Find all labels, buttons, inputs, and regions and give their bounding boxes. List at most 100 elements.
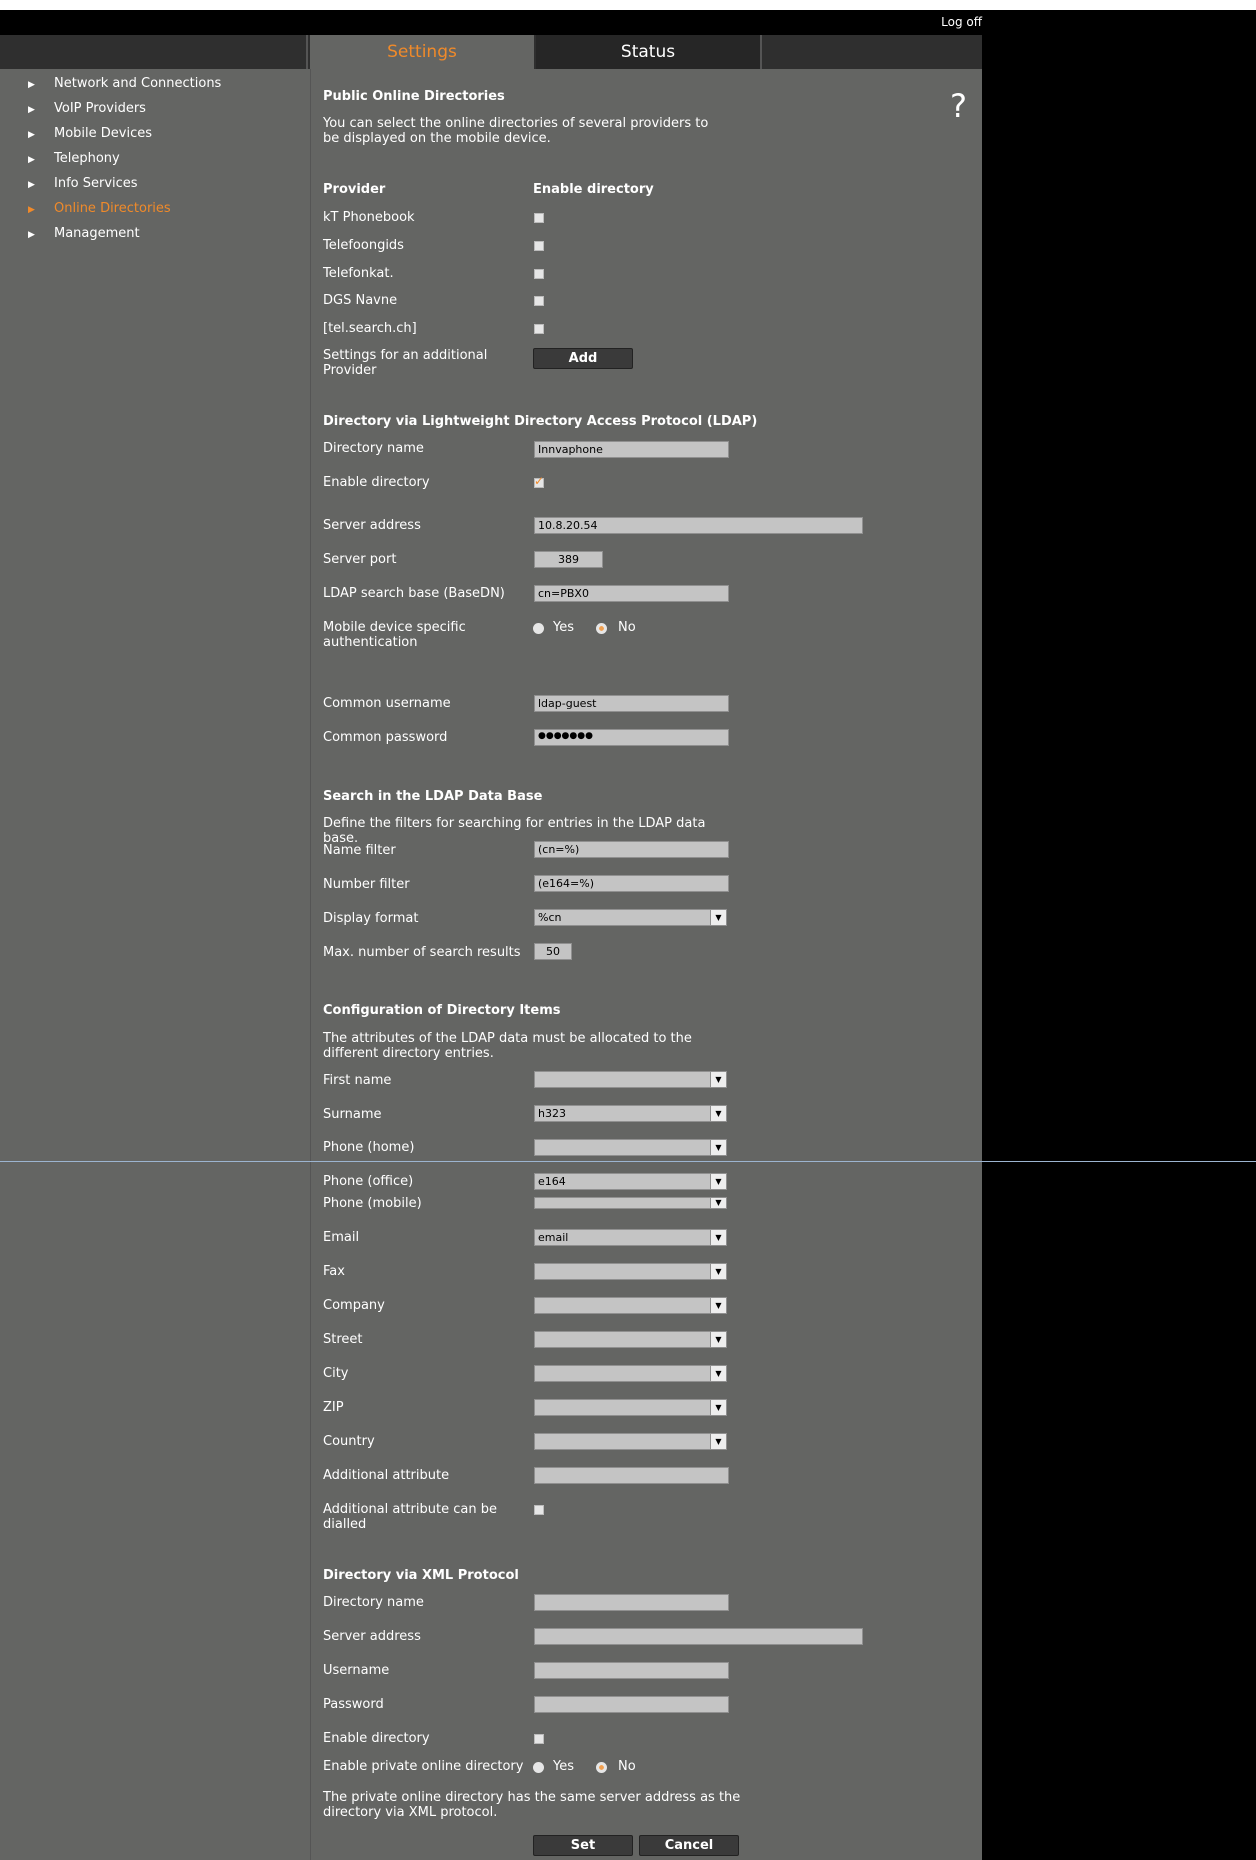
config-item-label: Fax bbox=[323, 1264, 345, 1279]
enable-header: Enable directory bbox=[533, 182, 654, 197]
config-item-select[interactable]: ▼ bbox=[534, 1139, 727, 1156]
config-item-label: Company bbox=[323, 1298, 385, 1313]
additional-provider-label: Settings for an additional Provider bbox=[323, 348, 488, 378]
mobile-auth-yes-radio[interactable] bbox=[533, 623, 544, 634]
provider-name: Telefoongids bbox=[323, 238, 404, 253]
provider-checkbox[interactable] bbox=[534, 324, 544, 334]
chevron-down-icon: ▼ bbox=[710, 1434, 726, 1449]
config-desc: The attributes of the LDAP data must be … bbox=[323, 1031, 692, 1061]
private-note: The private online directory has the sam… bbox=[323, 1790, 741, 1820]
xml-enable-checkbox[interactable] bbox=[534, 1734, 544, 1744]
config-item-select[interactable]: ▼ bbox=[534, 1197, 727, 1209]
basedn-label: LDAP search base (BaseDN) bbox=[323, 586, 505, 601]
basedn-input[interactable]: cn=PBX0 bbox=[534, 585, 729, 602]
config-item-label: ZIP bbox=[323, 1400, 344, 1415]
config-item-select[interactable]: ▼ bbox=[534, 1365, 727, 1382]
app-window: Settings Status ▶ Network and Connections… bbox=[0, 35, 982, 1860]
config-item-select[interactable]: h323 ▼ bbox=[534, 1105, 727, 1122]
chevron-down-icon: ▼ bbox=[710, 1400, 726, 1415]
xml-dir-name-label: Directory name bbox=[323, 1595, 424, 1610]
chevron-down-icon: ▼ bbox=[710, 1198, 726, 1208]
search-title: Search in the LDAP Data Base bbox=[323, 789, 543, 804]
config-item-label: Phone (mobile) bbox=[323, 1196, 422, 1211]
config-item-label: First name bbox=[323, 1073, 392, 1088]
config-item-label: Street bbox=[323, 1332, 363, 1347]
config-item-select[interactable]: ▼ bbox=[534, 1297, 727, 1314]
logoff-link[interactable]: Log off bbox=[941, 15, 982, 29]
main-content: Public Online Directories You can select… bbox=[0, 35, 982, 1860]
common-username-label: Common username bbox=[323, 696, 451, 711]
ldap-dir-name-input[interactable]: Innvaphone bbox=[534, 441, 729, 458]
ldap-dir-name-label: Directory name bbox=[323, 441, 424, 456]
config-item-label: Phone (office) bbox=[323, 1174, 414, 1189]
xml-password-input[interactable] bbox=[534, 1696, 729, 1713]
ldap-enable-label: Enable directory bbox=[323, 475, 430, 490]
common-password-input[interactable]: ●●●●●●● bbox=[534, 729, 729, 746]
config-item-select[interactable]: ▼ bbox=[534, 1071, 727, 1088]
chevron-down-icon: ▼ bbox=[710, 910, 726, 925]
max-results-input[interactable]: 50 bbox=[534, 943, 572, 960]
public-desc: You can select the online directories of… bbox=[323, 116, 709, 146]
xml-server-label: Server address bbox=[323, 1629, 421, 1644]
provider-name: Telefonkat. bbox=[323, 266, 394, 281]
mobile-auth-label: Mobile device specific authentication bbox=[323, 620, 466, 650]
private-no-label: No bbox=[618, 1759, 636, 1774]
chevron-down-icon: ▼ bbox=[710, 1140, 726, 1155]
common-password-label: Common password bbox=[323, 730, 448, 745]
additional-attribute-label: Additional attribute bbox=[323, 1468, 450, 1483]
provider-header: Provider bbox=[323, 182, 386, 197]
number-filter-input[interactable]: (e164=%) bbox=[534, 875, 729, 892]
private-yes-radio[interactable] bbox=[533, 1762, 544, 1773]
chevron-down-icon: ▼ bbox=[710, 1332, 726, 1347]
display-format-select[interactable]: %cn ▼ bbox=[534, 909, 727, 926]
config-item-label: Phone (home) bbox=[323, 1140, 415, 1155]
provider-checkbox[interactable] bbox=[534, 241, 544, 251]
config-item-select[interactable]: ▼ bbox=[534, 1399, 727, 1416]
config-item-select[interactable]: email ▼ bbox=[534, 1229, 727, 1246]
provider-name: [tel.search.ch] bbox=[323, 321, 417, 336]
config-item-select[interactable]: ▼ bbox=[534, 1433, 727, 1450]
chevron-down-icon: ▼ bbox=[710, 1174, 726, 1189]
ldap-title: Directory via Lightweight Directory Acce… bbox=[323, 414, 758, 429]
name-filter-label: Name filter bbox=[323, 843, 396, 858]
provider-checkbox[interactable] bbox=[534, 213, 544, 223]
max-results-label: Max. number of search results bbox=[323, 945, 521, 960]
config-title: Configuration of Directory Items bbox=[323, 1003, 561, 1018]
xml-password-label: Password bbox=[323, 1697, 384, 1712]
chevron-down-icon: ▼ bbox=[710, 1230, 726, 1245]
additional-attribute-dial-checkbox[interactable] bbox=[534, 1505, 544, 1515]
server-address-input[interactable]: 10.8.20.54 bbox=[534, 517, 863, 534]
provider-checkbox[interactable] bbox=[534, 269, 544, 279]
add-button[interactable]: Add bbox=[533, 348, 633, 369]
private-directory-label: Enable private online directory bbox=[323, 1759, 524, 1774]
mobile-auth-no-radio[interactable] bbox=[596, 623, 607, 634]
xml-title: Directory via XML Protocol bbox=[323, 1568, 519, 1583]
chevron-down-icon: ▼ bbox=[710, 1072, 726, 1087]
chevron-down-icon: ▼ bbox=[710, 1264, 726, 1279]
public-title: Public Online Directories bbox=[323, 89, 505, 104]
name-filter-input[interactable]: (cn=%) bbox=[534, 841, 729, 858]
chevron-down-icon: ▼ bbox=[710, 1366, 726, 1381]
config-item-label: Surname bbox=[323, 1107, 382, 1122]
set-button[interactable]: Set bbox=[533, 1835, 633, 1856]
provider-name: kT Phonebook bbox=[323, 210, 415, 225]
additional-attribute-input[interactable] bbox=[534, 1467, 729, 1484]
config-item-label: Email bbox=[323, 1230, 360, 1245]
xml-username-label: Username bbox=[323, 1663, 390, 1678]
additional-attribute-dial-label: Additional attribute can be dialled bbox=[323, 1502, 497, 1532]
mobile-auth-no-label: No bbox=[618, 620, 636, 635]
server-port-input[interactable]: 389 bbox=[534, 551, 603, 568]
xml-dir-name-input[interactable] bbox=[534, 1594, 729, 1611]
xml-server-input[interactable] bbox=[534, 1628, 863, 1645]
config-item-select[interactable]: ▼ bbox=[534, 1263, 727, 1280]
xml-username-input[interactable] bbox=[534, 1662, 729, 1679]
config-item-select[interactable]: e164 ▼ bbox=[534, 1173, 727, 1190]
cancel-button[interactable]: Cancel bbox=[639, 1835, 739, 1856]
ldap-enable-checkbox[interactable] bbox=[534, 474, 544, 488]
number-filter-label: Number filter bbox=[323, 877, 410, 892]
config-item-select[interactable]: ▼ bbox=[534, 1331, 727, 1348]
common-username-input[interactable]: ldap-guest bbox=[534, 695, 729, 712]
private-no-radio[interactable] bbox=[596, 1762, 607, 1773]
top-border bbox=[0, 0, 1256, 10]
provider-checkbox[interactable] bbox=[534, 296, 544, 306]
